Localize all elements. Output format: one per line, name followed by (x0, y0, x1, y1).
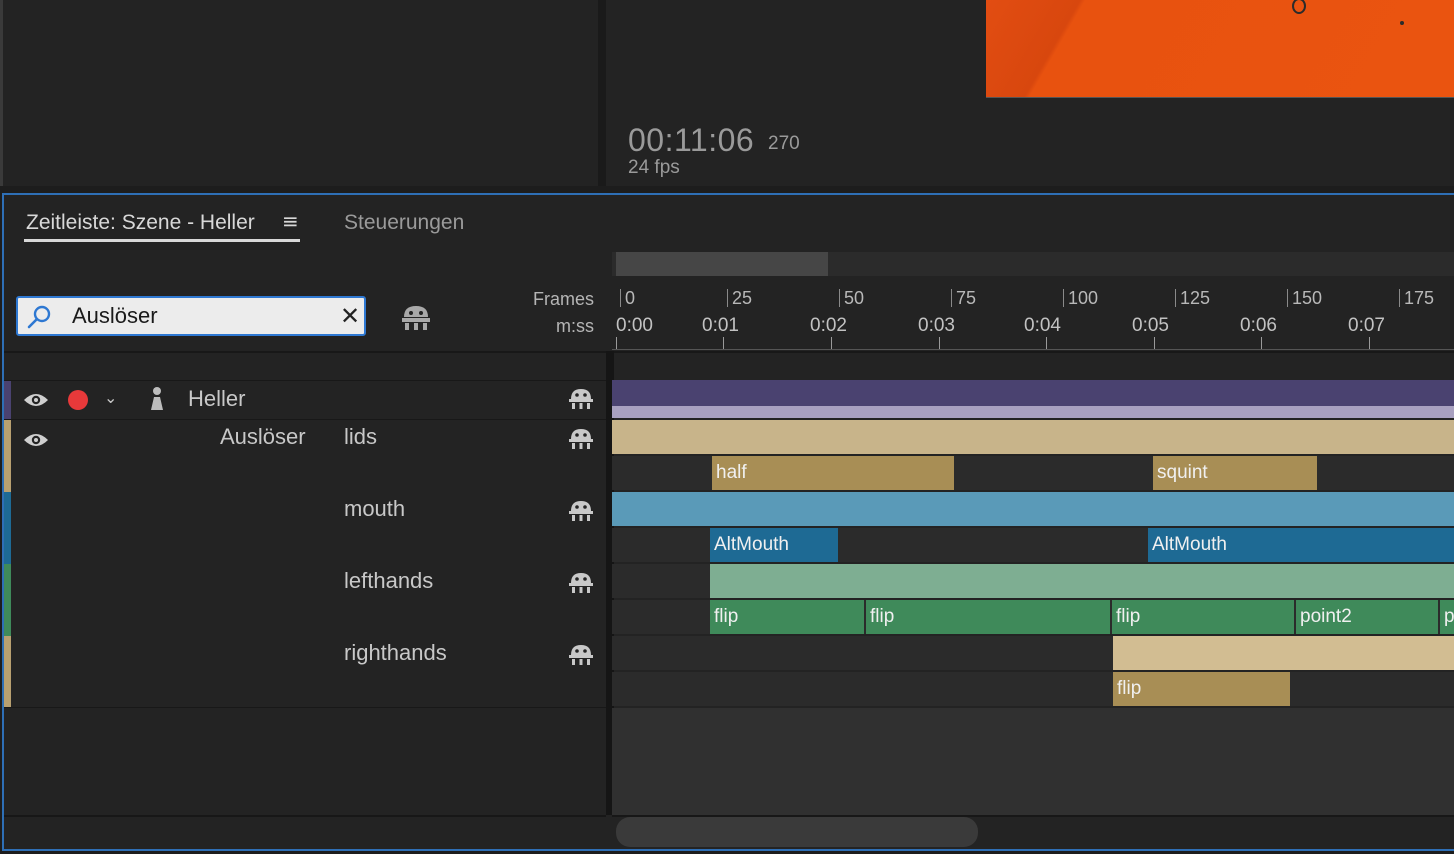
righthands-color-bar (4, 636, 11, 708)
scene-preview (986, 0, 1454, 98)
time-label: m:ss (556, 316, 594, 336)
take-half[interactable]: half (712, 456, 954, 490)
timecode-display: 00:11:06 (628, 122, 755, 158)
righthands-take-lane (612, 672, 1454, 706)
tracklist-footer (4, 815, 606, 849)
row-separator (4, 707, 606, 708)
ruler-tick-mark (1261, 337, 1262, 349)
take-squint[interactable]: squint (1153, 456, 1317, 490)
take-altmouth[interactable]: AltMouth (710, 528, 838, 562)
tab-controls[interactable]: Steuerungen (344, 211, 464, 235)
time-tick: 0:00 (616, 315, 653, 336)
track-list: ⌄ Heller Auslöser lids mouth lefthands r… (4, 380, 606, 708)
puppet-head-icon[interactable] (568, 500, 594, 522)
preview-detail (1292, 0, 1306, 14)
frame-number: 270 (768, 133, 800, 154)
lids-color-bar (4, 420, 11, 492)
timeline-panel: Zeitleiste: Szene - Heller ≡ Steuerungen… (2, 193, 1454, 851)
eye-icon[interactable] (22, 391, 50, 409)
frame-tick: 75 (951, 289, 976, 307)
puppet-head-icon[interactable] (568, 644, 594, 666)
search-icon (27, 305, 51, 329)
puppet-head-icon[interactable] (568, 388, 594, 410)
time-tick: 0:01 (702, 315, 739, 336)
lids-track-bar[interactable] (612, 420, 1454, 454)
puppet-head-icon[interactable] (568, 572, 594, 594)
eye-icon[interactable] (22, 431, 50, 449)
lefthands-track-bar[interactable] (710, 564, 1454, 598)
take-flip[interactable]: flip (1112, 600, 1294, 634)
fps-readout: 24 fps (628, 157, 680, 178)
frame-tick: 100 (1063, 289, 1098, 307)
row-separator (4, 380, 606, 381)
frame-tick: 0 (620, 289, 635, 307)
take-point2[interactable]: point2 (1296, 600, 1438, 634)
mouth-color-bar (4, 492, 11, 564)
righthands-track-bar[interactable] (1113, 636, 1454, 670)
puppet-track-bar-light[interactable] (612, 406, 1454, 418)
panel-menu-icon[interactable]: ≡ (282, 209, 299, 233)
trigger-name-lids[interactable]: lids (344, 424, 377, 450)
ruler-baseline (612, 349, 1454, 350)
time-tick: 0:07 (1348, 315, 1385, 336)
time-tick: 0:04 (1024, 315, 1061, 336)
upper-left-panel (0, 0, 598, 186)
ruler-tick-mark (723, 337, 724, 349)
trigger-name-lefthands[interactable]: lefthands (344, 568, 433, 594)
time-tick: 0:05 (1132, 315, 1169, 336)
trigger-name-mouth[interactable]: mouth (344, 496, 405, 522)
ruler-tick-mark (1369, 337, 1370, 349)
time-tick: 0:06 (1240, 315, 1277, 336)
panel-divider[interactable] (598, 0, 606, 186)
puppet-head-icon[interactable] (568, 428, 594, 450)
chevron-down-icon[interactable]: ⌄ (104, 388, 117, 407)
ruler-tick-mark (1154, 337, 1155, 349)
frame-tick: 175 (1399, 289, 1434, 307)
puppet-track-bar[interactable] (612, 380, 1454, 406)
header-separator (4, 351, 1454, 353)
time-tick: 0:03 (918, 315, 955, 336)
trigger-group-name[interactable]: Auslöser (220, 424, 306, 450)
puppet-icon (151, 387, 163, 410)
record-arm-button[interactable] (68, 390, 88, 410)
lefthands-color-bar (4, 564, 11, 636)
mouth-track-bar[interactable] (612, 492, 1454, 526)
frames-label: Frames (532, 289, 594, 309)
take-altmouth[interactable]: AltMouth (1148, 528, 1454, 562)
clear-search-icon[interactable]: ✕ (338, 303, 362, 329)
preview-detail (1400, 21, 1404, 25)
search-input[interactable] (72, 302, 332, 330)
ruler-tick-mark (616, 337, 617, 349)
frame-tick: 25 (727, 289, 752, 307)
active-tab-indicator (24, 239, 300, 242)
empty-track-area (612, 708, 1454, 815)
frame-tick: 50 (839, 289, 864, 307)
zoom-scrollbar-handle[interactable] (616, 252, 828, 276)
time-tick: 0:02 (810, 315, 847, 336)
puppet-color-bar (4, 381, 11, 419)
frame-tick: 150 (1287, 289, 1322, 307)
horizontal-scrollbar[interactable] (616, 817, 978, 847)
puppet-name[interactable]: Heller (188, 386, 245, 412)
ruler-tick-mark (1046, 337, 1047, 349)
ruler-tick-mark (939, 337, 940, 349)
ruler-tick-mark (831, 337, 832, 349)
tab-timeline[interactable]: Zeitleiste: Szene - Heller (26, 211, 255, 235)
frame-tick: 125 (1175, 289, 1210, 307)
search-field[interactable]: ✕ (16, 296, 366, 336)
row-separator (4, 419, 606, 420)
take-flip[interactable]: flip (866, 600, 1110, 634)
puppet-filter-icon[interactable] (400, 303, 432, 331)
trigger-name-righthands[interactable]: righthands (344, 640, 447, 666)
take-partial[interactable]: po (1440, 600, 1454, 634)
take-flip[interactable]: flip (710, 600, 864, 634)
take-flip[interactable]: flip (1113, 672, 1290, 706)
time-ruler[interactable]: 0 25 50 75 100 125 150 175 0:00 0:01 0:0… (612, 283, 1454, 351)
timeline-tracks[interactable]: half squint AltMouth AltMouth flip flip … (612, 380, 1454, 710)
